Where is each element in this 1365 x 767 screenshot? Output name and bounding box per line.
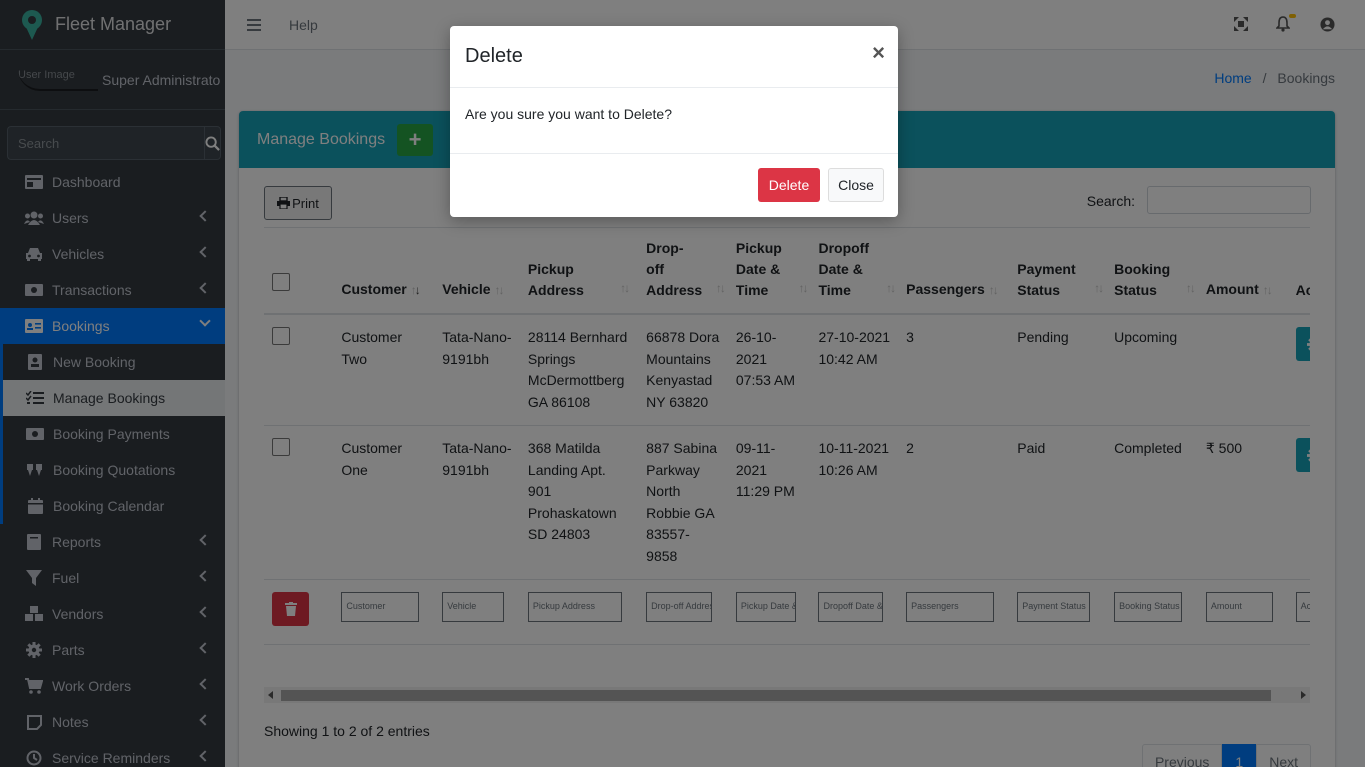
modal-header: Delete × (450, 26, 898, 88)
delete-modal: Delete × Are you sure you want to Delete… (450, 26, 898, 217)
modal-footer: Delete Close (450, 154, 898, 216)
close-icon[interactable]: × (872, 40, 885, 66)
modal-title: Delete (465, 45, 523, 67)
modal-body: Are you sure you want to Delete? (450, 88, 898, 154)
confirm-delete-button[interactable]: Delete (758, 168, 820, 202)
close-button[interactable]: Close (828, 168, 884, 202)
